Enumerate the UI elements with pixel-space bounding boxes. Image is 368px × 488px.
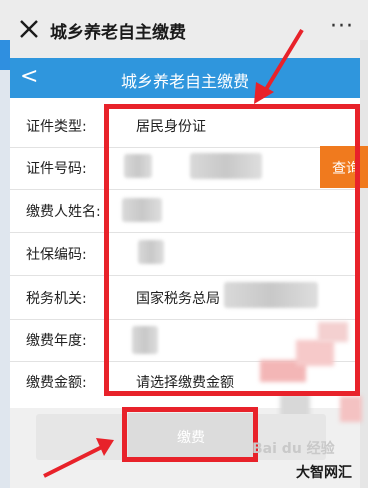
brand-label: 大智网汇	[296, 465, 352, 481]
arrow-bottom-left	[43, 438, 114, 478]
annotation-arrows	[43, 28, 304, 478]
watermark-text: Bai du 经验	[252, 441, 335, 457]
arrow-top-right	[254, 28, 304, 104]
